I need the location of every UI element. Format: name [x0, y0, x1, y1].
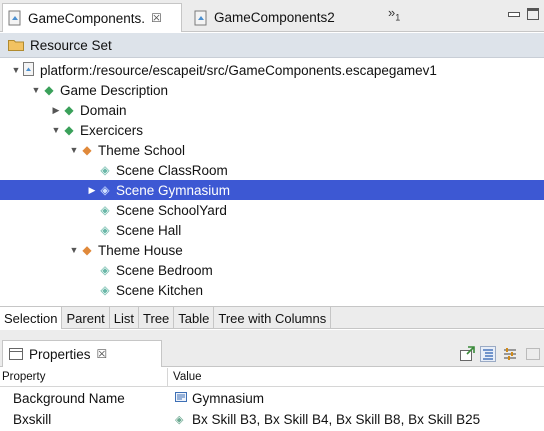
tab-overflow-button[interactable]: »1: [388, 5, 400, 23]
tab-parent[interactable]: Parent: [62, 307, 110, 329]
tab-tree-with-columns[interactable]: Tree with Columns: [214, 307, 332, 329]
tree-node-scene-kitchen[interactable]: ◈ Scene Kitchen: [0, 280, 544, 300]
property-value-text: Gymnasium: [192, 391, 265, 406]
close-icon[interactable]: ☒: [151, 11, 162, 25]
properties-table-header: Property Value: [0, 368, 544, 387]
tree-node-label: Scene Kitchen: [116, 282, 204, 298]
tree-node-label: Theme School: [98, 142, 186, 158]
pin-to-selection-icon[interactable]: [459, 346, 475, 362]
folder-icon: [8, 39, 24, 51]
show-advanced-icon[interactable]: [502, 346, 518, 362]
property-name: Bxskill: [13, 412, 52, 427]
table-row[interactable]: Bxskill ◈ Bx Skill B3, Bx Skill B4, Bx S…: [0, 409, 544, 430]
property-name: Background Name: [13, 391, 125, 406]
tree-node-label: Scene Hall: [116, 222, 182, 238]
column-header-property[interactable]: Property: [2, 371, 45, 383]
expanded-arrow-icon[interactable]: ▼: [50, 125, 62, 135]
tab-gamecomponents2[interactable]: GameComponents2: [191, 3, 371, 32]
green-diamond-icon: ◆: [64, 103, 74, 117]
tree-node-label: Scene Gymnasium: [116, 182, 231, 198]
tree-node-label: platform:/resource/escapeit/src/GameComp…: [40, 62, 437, 78]
tree-node-label: Scene SchoolYard: [116, 202, 227, 218]
properties-title: Properties: [29, 346, 91, 362]
show-categories-icon[interactable]: [480, 346, 496, 362]
tree-node-label: Theme House: [98, 242, 183, 258]
tree-node-scene-schoolyard[interactable]: ◈ Scene SchoolYard: [0, 200, 544, 220]
tree-node-resource[interactable]: ▼ platform:/resource/escapeit/src/GameCo…: [0, 60, 544, 80]
green-diamond-icon: ◆: [64, 123, 74, 137]
close-icon[interactable]: ☒: [97, 347, 108, 361]
tab-properties[interactable]: Properties ☒: [2, 340, 162, 367]
expanded-arrow-icon[interactable]: ▼: [30, 85, 42, 95]
tree-node-game-description[interactable]: ▼ ◆ Game Description: [0, 80, 544, 100]
teal-diamond-icon: ◈: [100, 183, 110, 197]
column-header-value[interactable]: Value: [173, 371, 202, 383]
tab-label: GameComponents.: [28, 10, 146, 26]
model-file-icon: [193, 10, 209, 26]
tab-gamecomponents[interactable]: GameComponents. ☒: [2, 3, 182, 32]
resource-set-label: Resource Set: [30, 37, 112, 53]
tree-node-theme-house[interactable]: ▼ ◆ Theme House: [0, 240, 544, 260]
minimize-icon[interactable]: [507, 8, 520, 20]
tree-node-theme-school[interactable]: ▼ ◆ Theme School: [0, 140, 544, 160]
property-value-text: Bx Skill B3, Bx Skill B4, Bx Skill B8, B…: [192, 412, 481, 427]
tree-node-scene-classroom[interactable]: ◈ Scene ClassRoom: [0, 160, 544, 180]
viewer-page-tabs: Selection Parent List Tree Table Tree wi…: [0, 306, 544, 329]
teal-diamond-icon: ◈: [100, 203, 110, 217]
teal-diamond-icon: ◈: [100, 283, 110, 297]
green-diamond-icon: ◆: [44, 83, 54, 97]
property-value[interactable]: Gymnasium: [175, 391, 264, 406]
tab-table[interactable]: Table: [174, 307, 215, 329]
tab-list[interactable]: List: [110, 307, 140, 329]
properties-icon: [9, 348, 23, 360]
tree-node-label: Game Description: [60, 82, 169, 98]
property-value[interactable]: ◈ Bx Skill B3, Bx Skill B4, Bx Skill B8,…: [175, 412, 480, 427]
teal-diamond-icon: ◈: [100, 263, 110, 277]
tree-node-label: Scene Bedroom: [116, 262, 213, 278]
model-tree: ▼ platform:/resource/escapeit/src/GameCo…: [0, 60, 544, 304]
teal-diamond-icon: ◈: [175, 414, 184, 426]
editor-tab-bar: GameComponents. ☒ GameComponents2 »1: [0, 0, 544, 32]
tab-tree[interactable]: Tree: [139, 307, 175, 329]
expanded-arrow-icon[interactable]: ▼: [10, 65, 22, 75]
expanded-arrow-icon[interactable]: ▼: [68, 245, 80, 255]
resource-set-header[interactable]: Resource Set: [0, 33, 544, 58]
text-value-icon: [175, 392, 189, 405]
tree-node-scene-gymnasium[interactable]: ▶ ◈ Scene Gymnasium: [0, 180, 544, 200]
tree-node-exercicers[interactable]: ▼ ◆ Exercicers: [0, 120, 544, 140]
tab-selection[interactable]: Selection: [0, 307, 63, 329]
restore-default-icon[interactable]: [525, 346, 541, 362]
tree-node-scene-hall[interactable]: ◈ Scene Hall: [0, 220, 544, 240]
collapsed-arrow-icon[interactable]: ▶: [50, 105, 62, 116]
orange-diamond-icon: ◆: [82, 243, 92, 257]
tab-label: GameComponents2: [214, 10, 335, 25]
collapsed-arrow-icon[interactable]: ▶: [86, 185, 98, 196]
maximize-icon[interactable]: [527, 8, 539, 20]
expanded-arrow-icon[interactable]: ▼: [68, 145, 80, 155]
orange-diamond-icon: ◆: [82, 143, 92, 157]
teal-diamond-icon: ◈: [100, 223, 110, 237]
model-file-icon: [7, 10, 23, 26]
resource-file-icon: [22, 61, 36, 79]
overflow-count: 1: [395, 12, 401, 23]
properties-view-bar: Properties ☒: [0, 339, 544, 367]
tree-node-domain[interactable]: ▶ ◆ Domain: [0, 100, 544, 120]
tree-node-label: Domain: [80, 102, 127, 118]
column-divider[interactable]: [167, 368, 168, 387]
tree-node-label: Scene ClassRoom: [116, 162, 228, 178]
teal-diamond-icon: ◈: [100, 163, 110, 177]
table-row[interactable]: Background Name Gymnasium: [0, 388, 544, 409]
view-separator: [0, 330, 544, 339]
tree-node-label: Exercicers: [80, 122, 144, 138]
tree-node-scene-bedroom[interactable]: ◈ Scene Bedroom: [0, 260, 544, 280]
